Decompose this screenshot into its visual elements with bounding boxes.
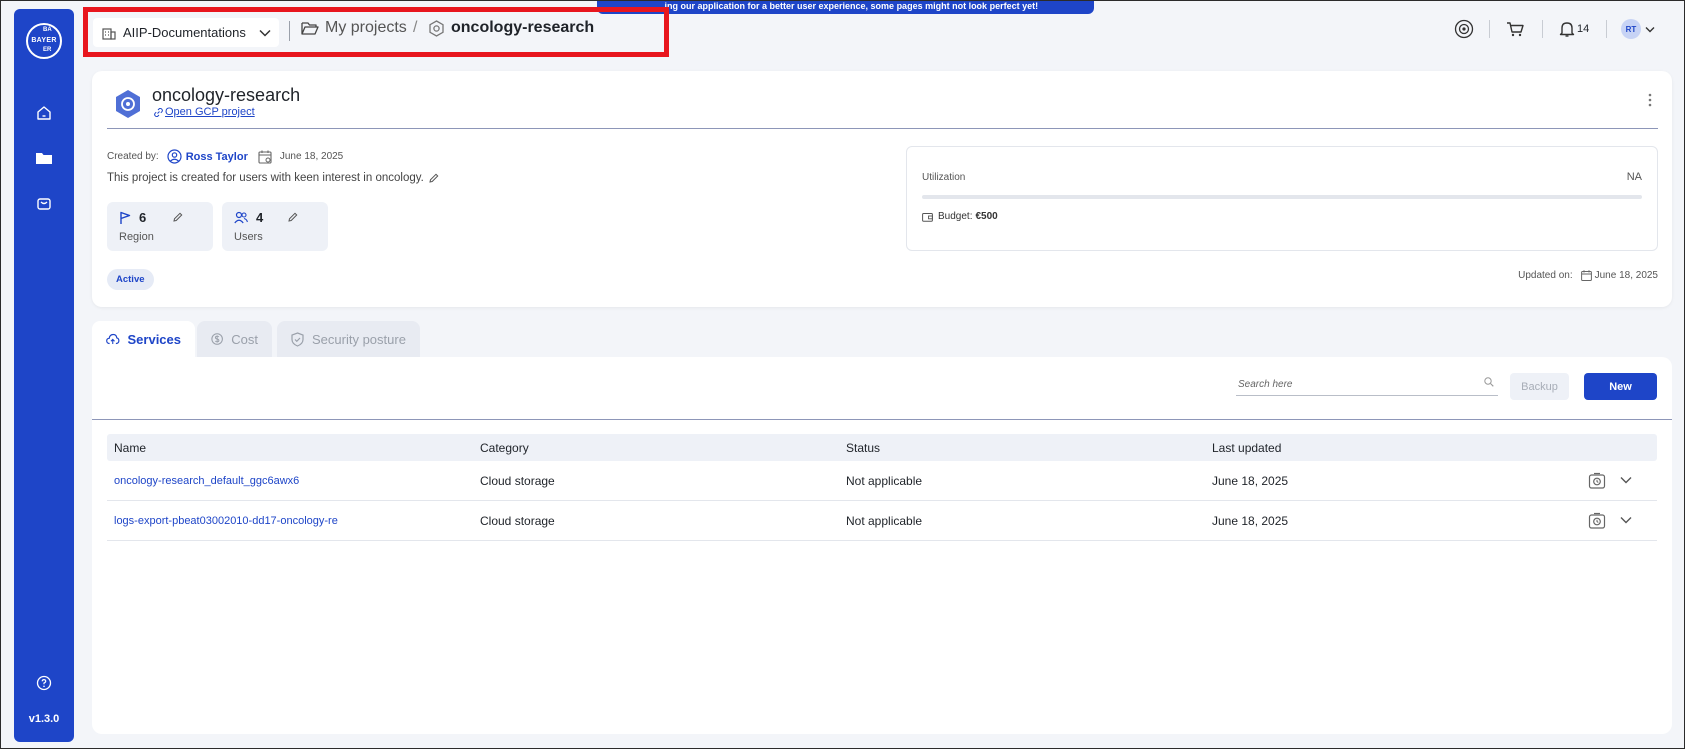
edit-users-icon[interactable] (288, 212, 298, 222)
divider (1542, 20, 1543, 38)
tab-services[interactable]: Services (92, 321, 195, 357)
table-row: logs-export-pbeat03002010-dd17-oncology-… (107, 501, 1657, 541)
logo-vertical-bottom: ER (43, 47, 52, 53)
logo-vertical-top: BA (43, 27, 52, 33)
project-card: oncology-research Open GCP project Creat… (92, 71, 1672, 307)
info-banner: ...ing our application for a better user… (597, 1, 1094, 14)
service-category: Cloud storage (480, 514, 555, 528)
region-count: 6 (139, 210, 147, 225)
pencil-icon[interactable] (429, 173, 439, 183)
budget-label: Budget: (938, 211, 973, 222)
project-title: oncology-research (152, 85, 301, 105)
search-input[interactable] (1236, 373, 1466, 395)
created-by-user[interactable]: Ross Taylor (186, 151, 248, 163)
gear-badge-icon (1454, 19, 1474, 39)
sidebar-item-projects[interactable] (32, 146, 56, 170)
tab-security-posture[interactable]: Security posture (277, 321, 420, 357)
divider (1606, 20, 1607, 38)
cloud-icon (106, 333, 120, 345)
help-icon (36, 675, 52, 691)
avatar: RT (1621, 19, 1641, 39)
service-last-updated: June 18, 2025 (1212, 474, 1289, 488)
column-header-last-updated[interactable]: Last updated (1212, 441, 1281, 455)
notification-count: 14 (1577, 23, 1590, 35)
created-date: June 18, 2025 (279, 151, 344, 162)
search-icon (1484, 377, 1494, 387)
region-label: Region (119, 231, 154, 243)
utilization-value: NA (1626, 171, 1642, 183)
utilization-bar (922, 195, 1642, 199)
project-hex-icon (116, 90, 140, 118)
updated-on-row: Updated on: June 18, 2025 (1518, 270, 1658, 281)
link-icon (154, 107, 163, 117)
sidebar-item-marketplace[interactable] (32, 191, 56, 215)
table-row: oncology-research_default_ggc6awx6 Cloud… (107, 461, 1657, 501)
logo-horizontal: BAYER (31, 37, 57, 44)
users-count: 4 (256, 210, 264, 225)
expand-row-icon[interactable] (1619, 513, 1633, 527)
help-button[interactable] (32, 671, 56, 695)
new-button[interactable]: New (1584, 373, 1657, 400)
utilization-label: Utilization (922, 172, 966, 183)
budget-row: Budget: €500 (922, 211, 998, 222)
column-header-name[interactable]: Name (114, 441, 146, 455)
home-icon (37, 106, 51, 120)
users-label: Users (234, 231, 263, 243)
cart-button[interactable] (1506, 18, 1524, 40)
backup-action-icon[interactable] (1588, 512, 1606, 530)
cart-icon (1507, 22, 1524, 37)
shield-icon (291, 331, 304, 347)
calendar-icon (258, 150, 272, 164)
users-icon (234, 211, 248, 224)
sidebar-item-home[interactable] (32, 101, 56, 125)
notifications-button[interactable]: 14 (1559, 18, 1589, 40)
backup-action-icon[interactable] (1588, 472, 1606, 490)
divider (1489, 20, 1490, 38)
service-last-updated: June 18, 2025 (1212, 514, 1289, 528)
tab-cost[interactable]: Cost (197, 321, 272, 357)
wallet-icon (922, 212, 933, 222)
calendar-icon (1580, 270, 1592, 281)
project-description: This project is created for users with k… (107, 172, 439, 184)
column-header-category[interactable]: Category (480, 441, 529, 455)
edit-region-icon[interactable] (173, 212, 183, 222)
users-stat: 4 Users (222, 202, 328, 251)
bag-icon (37, 198, 51, 210)
budget-value: €500 (975, 211, 998, 222)
settings-button[interactable] (1454, 18, 1474, 40)
region-stat: 6 Region (107, 202, 213, 251)
divider (107, 128, 1658, 129)
more-options-icon[interactable] (1648, 93, 1652, 107)
bayer-logo[interactable]: BA BAYER ER (26, 23, 62, 59)
updated-label: Updated on: (1518, 270, 1573, 281)
utilization-panel: Utilization NA Budget: €500 (906, 146, 1658, 251)
bell-icon (1559, 22, 1575, 37)
column-header-status[interactable]: Status (846, 441, 880, 455)
services-panel: Backup New Name Category Status Last upd… (92, 357, 1672, 734)
user-menu[interactable]: RT (1621, 18, 1655, 40)
expand-row-icon[interactable] (1619, 473, 1633, 487)
user-circle-icon (167, 149, 182, 164)
folder-icon (36, 153, 52, 164)
service-name-link[interactable]: logs-export-pbeat03002010-dd17-oncology-… (114, 515, 338, 527)
service-status: Not applicable (846, 474, 923, 488)
created-by-label: Created by: (107, 151, 159, 162)
service-category: Cloud storage (480, 474, 555, 488)
table-header: Name Category Status Last updated (107, 434, 1657, 461)
open-gcp-project-link[interactable]: Open GCP project (154, 106, 255, 118)
chevron-down-icon (1645, 26, 1655, 32)
search-box (1236, 373, 1498, 396)
status-badge: Active (107, 269, 154, 290)
backup-button[interactable]: Backup (1510, 373, 1569, 400)
updated-date: June 18, 2025 (1594, 270, 1658, 281)
app-version: v1.3.0 (28, 713, 60, 725)
dollar-circle-icon (211, 333, 223, 345)
sidebar: BA BAYER ER v1.3.0 (14, 9, 74, 742)
divider (92, 419, 1672, 420)
highlight-box (83, 7, 669, 57)
created-by-row: Created by: Ross Taylor June 18, 2025 (107, 149, 343, 164)
flag-icon (120, 211, 131, 224)
service-name-link[interactable]: oncology-research_default_ggc6awx6 (114, 475, 299, 487)
service-status: Not applicable (846, 514, 923, 528)
